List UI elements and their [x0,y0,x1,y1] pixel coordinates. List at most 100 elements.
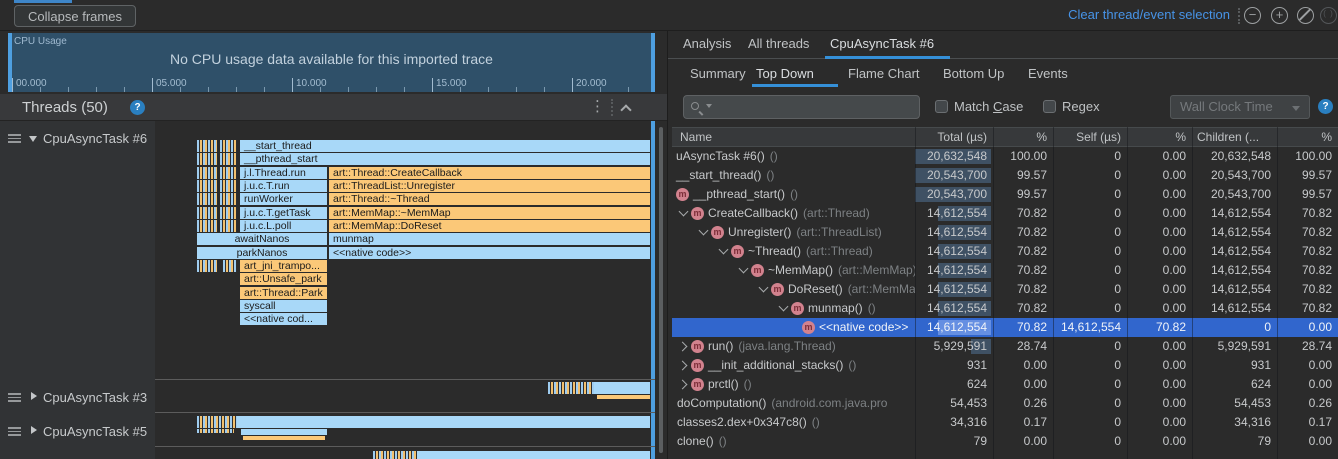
flame-bar[interactable]: parkNanos [197,247,327,259]
clock-type-select[interactable]: Wall Clock Time [1170,95,1310,119]
flame-bar[interactable]: awaitNanos [197,233,327,245]
column-separator[interactable] [1277,127,1278,459]
flame-bar[interactable]: art::MemMap::DoReset [329,220,650,232]
flame-bar[interactable]: art_jni_trampo... [240,260,327,272]
column-header-1[interactable]: Total (µs) [915,128,993,146]
chevron-down-icon[interactable] [757,283,771,297]
thread-row-cpuasynctask-5[interactable]: CpuAsyncTask #5 [0,423,155,441]
flame-activity-stripes[interactable] [594,382,650,394]
flame-bar[interactable]: art::Unsafe_park [240,273,327,285]
flame-bar[interactable]: art::Thread::Park [240,287,327,299]
flame-bar[interactable]: art::Thread::~Thread [329,193,650,205]
table-row[interactable]: m~MemMap()(art::MemMap)14,612,55470.8200… [672,261,1338,280]
flame-activity-stripes[interactable] [220,167,237,179]
table-row[interactable]: m__pthread_start()()20,543,70099.5700.00… [672,185,1338,204]
table-row[interactable]: mrun()(java.lang.Thread)5,929,59128.7400… [672,337,1338,356]
column-header-6[interactable]: % [1277,128,1338,146]
table-row[interactable]: classes2.dex+0x347c8()()34,3160.1700.003… [672,413,1338,432]
table-row[interactable]: mmunmap()()14,612,55470.8200.0014,612,55… [672,299,1338,318]
flame-bar[interactable]: munmap [329,233,650,245]
zoom-to-selection-icon[interactable]: ( ) [1320,7,1337,24]
search-input[interactable] [718,97,914,117]
tab-analysis[interactable]: Analysis [683,36,731,51]
column-separator[interactable] [993,127,994,459]
table-row[interactable]: uAsyncTask #6()()20,632,548100.0000.0020… [672,147,1338,166]
threads-help-icon[interactable]: ? [130,100,145,115]
flame-activity-stripes[interactable] [237,416,650,428]
regex-checkbox[interactable] [1043,100,1056,113]
flame-activity-stripes[interactable] [197,153,217,165]
flame-activity-stripes[interactable] [241,429,327,435]
column-header-0[interactable]: Name [672,128,915,146]
flame-activity-stripes[interactable] [197,416,237,428]
threads-scrollbar[interactable] [659,127,663,453]
flame-activity-stripes[interactable] [197,207,217,219]
drag-handle-icon[interactable] [8,134,21,144]
table-row[interactable]: mCreateCallback()(art::Thread)14,612,554… [672,204,1338,223]
subtab-flame-chart[interactable]: Flame Chart [848,66,920,81]
flame-bar[interactable]: <<native code>> [329,247,650,259]
collapsed-triangle-icon[interactable] [31,426,37,434]
column-separator[interactable] [1053,127,1054,459]
threads-menu-icon[interactable]: ⋮ [590,97,604,115]
flame-activity-stripes[interactable] [197,429,234,433]
chevron-right-icon[interactable] [677,340,691,354]
column-header-3[interactable]: Self (µs) [1053,128,1127,146]
chevron-down-icon[interactable] [717,245,731,259]
flame-bar[interactable]: __start_thread [240,140,650,152]
flame-activity-stripes[interactable] [243,436,325,440]
flame-activity-stripes[interactable] [197,220,217,232]
match-case-checkbox[interactable] [935,100,948,113]
flame-activity-stripes[interactable] [548,382,594,394]
clear-selection-link[interactable]: Clear thread/event selection [1068,7,1230,22]
flame-activity-stripes[interactable] [373,451,417,459]
subtab-events[interactable]: Events [1028,66,1068,81]
column-separator[interactable] [1192,127,1193,459]
flame-activity-stripes[interactable] [223,260,237,272]
clock-help-icon[interactable]: ? [1318,99,1333,114]
table-row[interactable]: mprctl()()6240.0000.006240.00 [672,375,1338,394]
collapse-panel-icon[interactable] [620,104,631,115]
flame-bar[interactable]: art::ThreadList::Unregister [329,180,650,192]
search-history-caret-icon[interactable] [706,104,712,108]
flame-activity-stripes[interactable] [220,220,237,232]
flame-activity-stripes[interactable] [220,207,237,219]
cpu-usage-chart[interactable]: CPU Usage No CPU usage data available fo… [8,33,655,92]
flame-bar[interactable]: j.u.c.T.run [240,180,327,192]
table-row[interactable]: m__init_additional_stacks()()9310.0000.0… [672,356,1338,375]
tab-all-threads[interactable]: All threads [748,36,809,51]
column-header-2[interactable]: % [993,128,1053,146]
flame-bar[interactable]: art::MemMap::~MemMap [329,207,650,219]
table-row[interactable]: mUnregister()(art::ThreadList)14,612,554… [672,223,1338,242]
chevron-down-icon[interactable] [737,264,751,278]
flame-activity-stripes[interactable] [597,395,650,399]
table-row[interactable]: m<<native code>>14,612,55470.8214,612,55… [672,318,1338,337]
flame-bar[interactable]: j.u.c.T.getTask [240,207,327,219]
subtab-summary[interactable]: Summary [690,66,746,81]
chevron-down-icon[interactable] [677,207,691,221]
chevron-down-icon[interactable] [697,226,711,240]
column-separator[interactable] [1127,127,1128,459]
thread-row-cpuasynctask-6[interactable]: CpuAsyncTask #6 [0,130,155,148]
flame-bar[interactable]: j.l.Thread.run [240,167,327,179]
collapse-frames-button[interactable]: Collapse frames [14,5,136,27]
drag-handle-icon[interactable] [8,427,21,437]
flame-bar[interactable]: <<native cod... [240,313,327,325]
zoom-in-icon[interactable]: + [1271,7,1288,24]
table-row[interactable]: mDoReset()(art::MemMap)14,612,55470.8200… [672,280,1338,299]
table-row[interactable]: m~Thread()(art::Thread)14,612,55470.8200… [672,242,1338,261]
flame-activity-stripes[interactable] [197,260,217,272]
expanded-triangle-icon[interactable] [29,136,37,142]
flame-bar[interactable]: j.u.c.L.poll [240,220,327,232]
chevron-right-icon[interactable] [677,359,691,373]
drag-handle-icon[interactable] [8,393,21,403]
flame-activity-stripes[interactable] [220,193,237,205]
table-row[interactable]: doComputation()(android.com.java.pro54,4… [672,394,1338,413]
flame-bar[interactable]: runWorker [240,193,327,205]
subtab-bottom-up[interactable]: Bottom Up [943,66,1004,81]
flame-bar[interactable]: __pthread_start [240,153,650,165]
column-header-4[interactable]: % [1127,128,1192,146]
flame-activity-stripes[interactable] [197,180,217,192]
thread-row-cpuasynctask-3[interactable]: CpuAsyncTask #3 [0,389,155,407]
flame-activity-stripes[interactable] [220,140,237,152]
